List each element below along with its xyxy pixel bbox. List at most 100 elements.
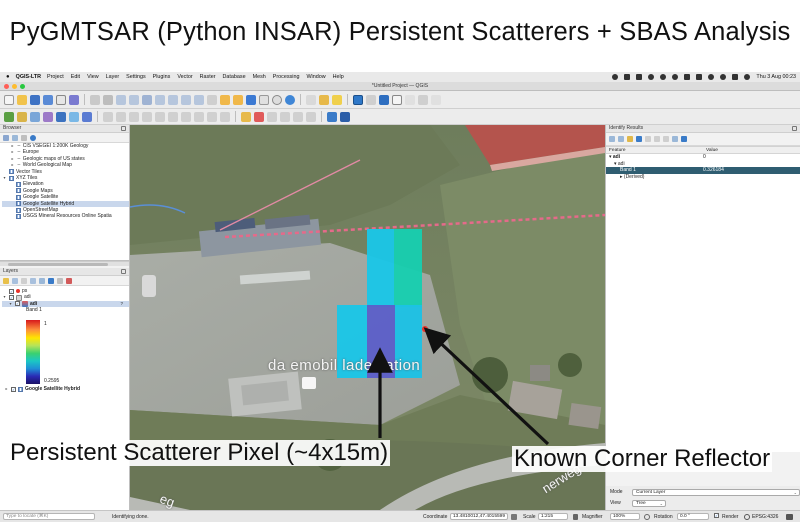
redo-icon[interactable] — [220, 111, 230, 122]
zoom-rubberband-icon[interactable] — [142, 94, 152, 105]
menu-plugins[interactable]: Plugins — [153, 74, 171, 80]
scrollbar-thumb[interactable] — [8, 263, 108, 266]
deselect-all-icon[interactable] — [332, 94, 342, 105]
annotation-icon[interactable] — [431, 94, 441, 105]
app-menu[interactable]: QGIS-LTR — [16, 74, 41, 80]
messages-icon[interactable] — [786, 514, 793, 520]
mode-select[interactable]: Current Layer ⌄ — [632, 488, 800, 496]
bookmark-icon[interactable] — [246, 94, 256, 105]
new-shapefile-icon[interactable] — [82, 111, 92, 122]
refresh-icon[interactable] — [285, 94, 295, 105]
extents-toggle-icon[interactable] — [511, 514, 517, 520]
vpn-icon[interactable] — [672, 74, 679, 80]
zoom-to-layer-icon[interactable] — [181, 94, 191, 105]
layer-visibility-checkbox[interactable]: ✓ — [9, 288, 14, 294]
select-mode-icon[interactable] — [672, 136, 678, 142]
new-map-view-icon[interactable] — [220, 94, 230, 105]
collapse-all-icon[interactable] — [57, 277, 63, 284]
add-raster-layer-icon[interactable] — [17, 111, 27, 122]
expand-new-results-icon[interactable] — [627, 136, 633, 142]
save-as-icon[interactable] — [43, 94, 53, 105]
record-icon[interactable] — [612, 74, 619, 80]
menu-layer[interactable]: Layer — [106, 74, 120, 80]
menu-settings[interactable]: Settings — [126, 74, 145, 80]
print-response-icon[interactable] — [654, 136, 660, 142]
browser-item[interactable]: USGS Mineral Resources Online Spatia — [2, 213, 129, 219]
settings-gear-icon[interactable] — [379, 94, 389, 105]
digitize-icon[interactable] — [129, 111, 139, 122]
layer-visibility-checkbox[interactable]: ✓ — [9, 295, 14, 301]
save-project-icon[interactable] — [30, 94, 40, 105]
bluetooth-icon[interactable] — [648, 74, 655, 80]
zoom-in-icon[interactable] — [116, 94, 126, 105]
manage-visibility-icon[interactable] — [21, 277, 27, 284]
locator-search-input[interactable]: Type to locate (⌘K) — [3, 513, 95, 520]
collapse-all-icon[interactable] — [21, 134, 27, 141]
copy-features-icon[interactable] — [181, 111, 191, 122]
paste-features-icon[interactable] — [194, 111, 204, 122]
clear-results-icon[interactable] — [636, 136, 642, 142]
toggle-editing-icon[interactable] — [103, 111, 113, 122]
menu-database[interactable]: Database — [223, 74, 246, 80]
scale-field[interactable]: 1:215 — [538, 513, 568, 520]
control-center-icon[interactable] — [732, 74, 739, 80]
info-icon[interactable] — [30, 134, 36, 141]
lock-scale-icon[interactable] — [573, 514, 578, 520]
crs-label[interactable]: EPSG:4326 — [752, 514, 778, 520]
menu-help[interactable]: Help — [333, 74, 344, 80]
rotate-label-icon[interactable] — [293, 111, 303, 122]
layer-visibility-checkbox[interactable]: ✓ — [15, 301, 20, 307]
select-features-icon[interactable] — [306, 94, 316, 105]
filter-expression-icon[interactable] — [39, 277, 45, 284]
map-tips-icon[interactable] — [418, 94, 428, 105]
identify-settings-icon[interactable] — [663, 136, 669, 142]
collapse-arrow-icon[interactable]: ▾ — [8, 301, 13, 307]
collapse-arrow-icon[interactable]: ▾ — [2, 294, 7, 300]
new-project-icon[interactable] — [4, 94, 14, 105]
column-feature[interactable]: Feature — [606, 148, 703, 153]
menu-processing[interactable]: Processing — [273, 74, 300, 80]
browser-horizontal-scrollbar[interactable] — [0, 261, 129, 266]
dropbox-icon[interactable] — [636, 74, 643, 80]
add-mesh-layer-icon[interactable] — [43, 111, 53, 122]
label-tool-icon[interactable] — [241, 111, 251, 122]
menu-window[interactable]: Window — [306, 74, 325, 80]
menu-mesh[interactable]: Mesh — [253, 74, 266, 80]
layer-styling-icon[interactable] — [3, 277, 9, 284]
menu-edit[interactable]: Edit — [71, 74, 80, 80]
panel-close-icon[interactable] — [792, 126, 797, 131]
coordinate-field[interactable]: 13.4810012,47.4015599 — [450, 513, 508, 520]
panel-close-icon[interactable] — [121, 126, 126, 131]
print-layout-icon[interactable] — [56, 94, 66, 105]
collapse-tree-icon[interactable] — [618, 136, 624, 142]
add-csv-layer-icon[interactable] — [30, 111, 40, 122]
add-vector-layer-icon[interactable] — [4, 111, 14, 122]
zoom-full-icon[interactable] — [155, 94, 165, 105]
zoom-out-icon[interactable] — [129, 94, 139, 105]
apple-icon[interactable]: ● — [6, 74, 10, 80]
zoom-to-selection-icon[interactable] — [168, 94, 178, 105]
pin-labels-icon[interactable] — [254, 111, 264, 122]
new-3d-map-view-icon[interactable] — [233, 94, 243, 105]
add-wms-layer-icon[interactable] — [56, 111, 66, 122]
delete-selected-icon[interactable] — [155, 111, 165, 122]
pan-map-icon[interactable] — [90, 94, 100, 105]
cut-features-icon[interactable] — [168, 111, 178, 122]
open-project-icon[interactable] — [17, 94, 27, 105]
battery-icon[interactable] — [684, 74, 691, 80]
vertex-tool-icon[interactable] — [142, 111, 152, 122]
rotation-field[interactable]: 0.0 ° — [677, 513, 709, 520]
select-by-value-icon[interactable] — [319, 94, 329, 105]
wifi-icon[interactable] — [708, 74, 715, 80]
temporal-controller-icon[interactable] — [272, 94, 282, 105]
column-value[interactable]: Value — [703, 148, 799, 153]
save-edits-icon[interactable] — [116, 111, 126, 122]
attribute-table-icon[interactable] — [366, 94, 376, 105]
crs-globe-icon[interactable] — [744, 514, 750, 520]
magnifier-field[interactable]: 100% — [610, 513, 640, 520]
zoom-last-icon[interactable] — [207, 94, 217, 105]
menubar-clock[interactable]: Thu 3 Aug 00:23 — [756, 74, 796, 80]
layout-manager-icon[interactable] — [69, 94, 79, 105]
change-label-icon[interactable] — [306, 111, 316, 122]
add-virtual-layer-icon[interactable] — [69, 111, 79, 122]
